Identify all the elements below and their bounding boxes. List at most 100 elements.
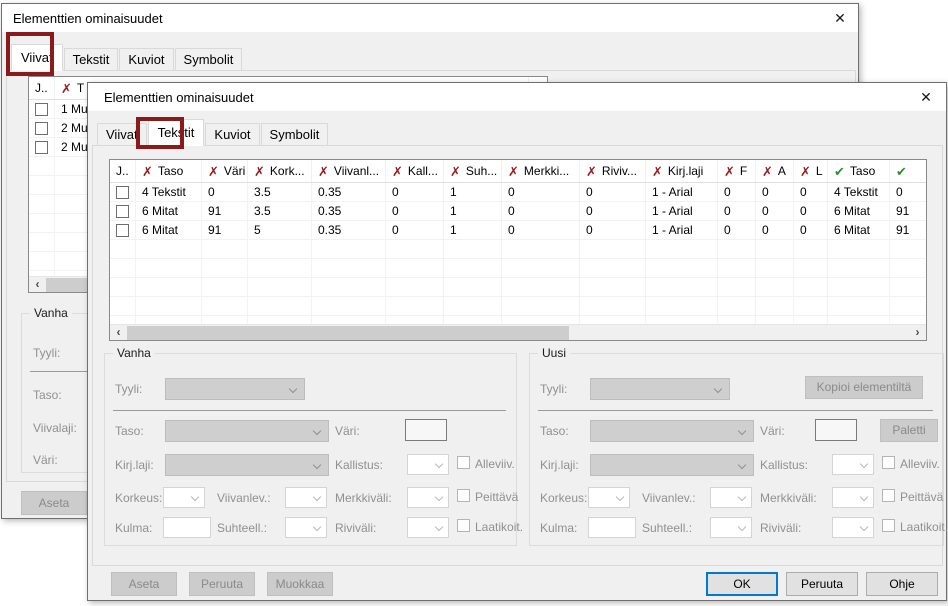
filter-x-icon: ✗ [724,165,735,178]
cell [386,278,444,297]
chevron-down-icon [738,523,746,531]
column-header[interactable]: J.. [110,160,136,182]
row-checkbox[interactable] [35,103,48,116]
row-checkbox[interactable] [116,224,129,237]
front-horizontal-scrollbar[interactable]: ‹ › [110,324,926,340]
cell [386,240,444,259]
scrollbar-thumb[interactable] [127,326,569,340]
cell [828,240,890,259]
table-row[interactable]: 4 Tekstit03.50.3501001 - Arial0004 Tekst… [110,183,926,202]
ok-button[interactable]: OK [706,572,778,596]
filter-x-icon: ✗ [392,165,403,178]
row-checkbox[interactable] [116,205,129,218]
tab-kuviot[interactable]: Kuviot [119,48,173,71]
back-vanha-legend: Vanha [30,306,72,320]
close-icon[interactable]: ✕ [828,8,852,28]
peruuta-button[interactable]: Peruuta [786,572,858,596]
cell [29,214,55,233]
korkeus-label: Korkeus: [115,491,162,505]
tab-kuviot[interactable]: Kuviot [205,123,259,146]
cell [110,221,136,240]
separator [113,410,506,411]
cell [444,297,502,316]
cell: 1 - Arial [646,202,718,221]
column-header[interactable]: ✗A [756,160,794,182]
uusi-group: Uusi Tyyli: Kopioi elementiltä Taso: Vär… [529,353,944,546]
cell [756,240,794,259]
tab-symbolit[interactable]: Symbolit [261,123,329,146]
taso-label: Taso: [540,424,569,438]
column-header[interactable]: ✗Kall... [386,160,444,182]
column-header[interactable]: ✗Väri [202,160,248,182]
filter-x-icon: ✗ [508,165,519,178]
cell: 0 [502,183,580,202]
cell: 0 [718,202,756,221]
cell: 0 [718,221,756,240]
column-header[interactable]: ✗Viivanl... [312,160,386,182]
scroll-right-icon[interactable]: › [910,325,925,340]
cell [29,100,55,119]
cell [580,297,646,316]
cell: 0 [794,183,828,202]
front-table-body: 4 Tekstit03.50.3501001 - Arial0004 Tekst… [110,183,926,325]
cell [110,240,136,259]
filter-x-icon: ✗ [318,165,329,178]
cell: 91 [890,221,926,240]
row-checkbox[interactable] [35,141,48,154]
scroll-left-icon[interactable]: ‹ [111,325,126,340]
kirjlaji-dropdown [165,454,329,476]
peittava-checkbox [457,489,470,502]
cell [646,259,718,278]
kirjlaji-dropdown [590,454,754,476]
row-checkbox[interactable] [116,186,129,199]
column-header[interactable]: ✔Taso [828,160,890,182]
rivivali-combo [407,517,449,538]
column-header[interactable]: ✗L [794,160,828,182]
column-header[interactable]: J.. [29,77,55,99]
tab-tekstit[interactable]: Tekstit [64,48,119,71]
chevron-down-icon [435,523,443,531]
cell: 91 [202,221,248,240]
scroll-left-icon[interactable]: ‹ [30,277,45,292]
cell [202,240,248,259]
column-header[interactable]: ✗Merkki... [502,160,580,182]
tab-symbolit[interactable]: Symbolit [175,48,243,71]
column-header[interactable]: ✗Suh... [444,160,502,182]
table-row[interactable]: 6 Mitat913.50.3501001 - Arial0006 Mitat9… [110,202,926,221]
cell: 0.35 [312,202,386,221]
paletti-button: Paletti [880,419,938,442]
close-icon[interactable]: ✕ [914,87,938,107]
taso-label: Taso: [115,424,144,438]
cell [136,240,202,259]
column-header[interactable]: ✗Riviv... [580,160,646,182]
cell: 1 - Arial [646,221,718,240]
cell [202,259,248,278]
column-header-label: Suh... [466,164,497,178]
suhteell-label: Suhteell.: [642,521,692,535]
column-header[interactable]: ✗F [718,160,756,182]
cell [29,119,55,138]
cell [890,297,926,316]
back-dialog-title: Elementtien ominaisuudet [13,11,163,26]
suhteell-combo [285,517,327,538]
separator [538,410,933,411]
cell: 0.35 [312,221,386,240]
column-header[interactable]: ✔ [890,160,927,182]
kirjlaji-label: Kirj.laji: [540,458,579,472]
laatikoit-label: Laatikoit. [475,520,523,534]
kirjlaji-label: Kirj.laji: [115,458,154,472]
cell [110,278,136,297]
ohje-button[interactable]: Ohje [866,572,938,596]
cell [110,183,136,202]
cell: 3.5 [248,183,312,202]
row-checkbox[interactable] [35,122,48,135]
column-header[interactable]: ✗Taso [136,160,202,182]
cell [718,240,756,259]
column-header-label: A [778,164,786,178]
column-header[interactable]: ✗Kirj.laji [646,160,718,182]
table-row[interactable]: 6 Mitat9150.3501001 - Arial0006 Mitat91 [110,221,926,240]
cell [580,278,646,297]
rivivali-label: Riviväli: [335,521,376,535]
column-header[interactable]: ✗Kork... [248,160,312,182]
tyyli-dropdown [590,378,730,400]
